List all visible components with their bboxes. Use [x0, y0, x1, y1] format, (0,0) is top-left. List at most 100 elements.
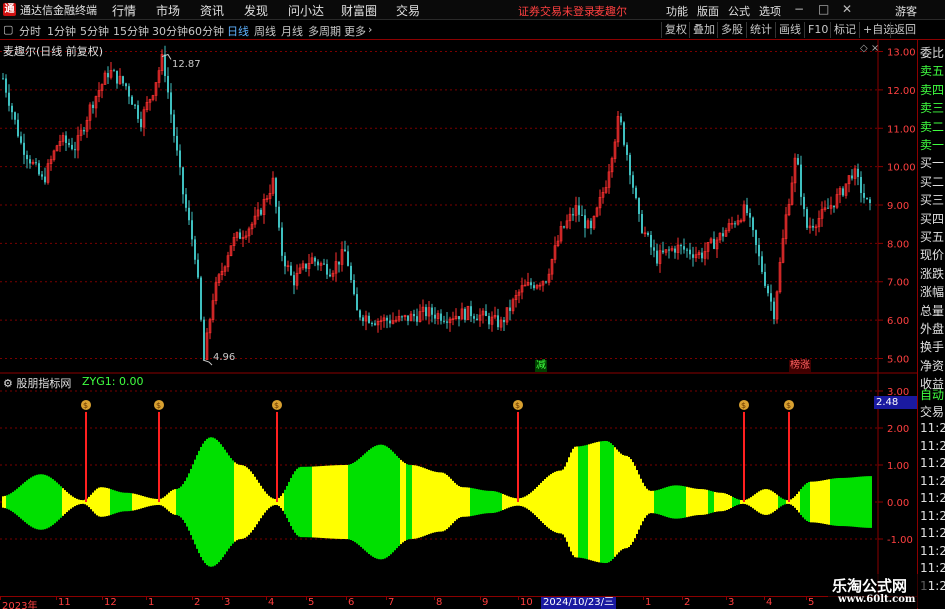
- date-tick: [643, 597, 644, 600]
- candle-body: [17, 119, 19, 137]
- tool-diejia[interactable]: 叠加: [689, 22, 718, 38]
- menu-gongneng[interactable]: 功能: [666, 3, 688, 19]
- minimize-icon[interactable]: −: [794, 2, 804, 16]
- menu-banmian[interactable]: 版面: [697, 3, 719, 19]
- period-1min[interactable]: 1分钟: [47, 23, 76, 39]
- indicator-bar: [22, 483, 24, 521]
- tool-tongji[interactable]: 统计: [746, 22, 775, 38]
- tool-fuquan[interactable]: 复权: [661, 22, 690, 38]
- quote-label: 换手: [920, 340, 945, 355]
- indicator-bar: [184, 481, 186, 523]
- period-30min[interactable]: 30分钟: [152, 23, 188, 39]
- menu-hangqing[interactable]: 行情: [112, 2, 136, 19]
- menu-wenxiaoda[interactable]: 问小达: [288, 2, 324, 19]
- indicator-bar: [470, 487, 472, 517]
- tool-duogu[interactable]: 多股: [717, 22, 746, 38]
- indicator-bar: [168, 492, 170, 512]
- restore-icon[interactable]: □: [818, 2, 829, 16]
- auto-button[interactable]: 自动: [920, 386, 944, 403]
- candle-body: [71, 144, 73, 150]
- date-tick: [102, 597, 103, 600]
- indicator-bar: [342, 465, 344, 539]
- tool-f10[interactable]: F10: [804, 22, 831, 38]
- menu-xuanxiang[interactable]: 选项: [759, 3, 781, 19]
- quote-label: 卖四: [920, 82, 945, 97]
- menu-caifuquan[interactable]: 财富圈: [341, 2, 377, 19]
- indicator-bar: [356, 460, 358, 544]
- tick-time: 11:29: [920, 438, 945, 453]
- indicator-bar: [570, 452, 572, 552]
- indicator-bar: [728, 494, 730, 510]
- kline-chart[interactable]: $ $ $ $ $ $ 13.00 12.00 11.00 10.00 9.00 8.00 7.00 6…: [0, 40, 917, 596]
- trade-button[interactable]: 交易: [920, 403, 944, 420]
- tag-minus[interactable]: 减: [535, 360, 547, 372]
- period-more[interactable]: 更多: [344, 23, 366, 39]
- menu-jiaoyi[interactable]: 交易: [396, 2, 420, 19]
- price-tick-label: 5.00: [887, 354, 909, 365]
- tool-huaxian[interactable]: 画线: [775, 22, 804, 38]
- indicator-bar: [98, 487, 100, 517]
- candle-body: [464, 308, 466, 320]
- indicator-bar: [112, 489, 114, 515]
- guest-label[interactable]: 游客: [895, 3, 917, 19]
- period-15min[interactable]: 15分钟: [113, 23, 149, 39]
- indicator-bar: [554, 471, 556, 533]
- indicator-bar: [442, 472, 444, 532]
- indicator-bar: [178, 488, 180, 516]
- indicator-bar: [506, 495, 508, 509]
- indicator-bar: [866, 476, 868, 528]
- close-icon[interactable]: ✕: [842, 2, 852, 16]
- indicator-bar: [92, 492, 94, 512]
- candle-body: [563, 226, 565, 228]
- period-60min[interactable]: 60分钟: [188, 23, 224, 39]
- candle-body: [14, 112, 16, 120]
- indicator-bar: [102, 487, 104, 517]
- toggle-icon[interactable]: ▢: [3, 23, 13, 36]
- indicator-bar: [314, 466, 316, 538]
- indicator-tick-label: 2.00: [887, 424, 909, 435]
- indicator-bar: [400, 459, 402, 545]
- menu-shichang[interactable]: 市场: [156, 2, 180, 19]
- tick-time: 11:29: [920, 473, 945, 488]
- settings-circle-icon[interactable]: ⚙: [3, 377, 13, 390]
- tool-fanhui[interactable]: 返回: [890, 22, 919, 38]
- tag-list[interactable]: 榜涨: [789, 360, 811, 372]
- tool-biaoji[interactable]: 标记: [830, 22, 859, 38]
- period-monthly[interactable]: 月线: [281, 23, 303, 39]
- period-fenshi[interactable]: 分时: [19, 23, 41, 39]
- indicator-bar: [330, 465, 332, 539]
- menu-faxian[interactable]: 发现: [244, 2, 268, 19]
- date-tick-label: 2023年: [2, 601, 38, 609]
- candle-body: [8, 92, 10, 106]
- candle-body: [833, 205, 835, 208]
- menu-zixun[interactable]: 资讯: [200, 2, 224, 19]
- settings-icon[interactable]: ◇ ×: [860, 43, 879, 54]
- period-multi[interactable]: 多周期: [308, 23, 341, 39]
- indicator-bar: [154, 498, 156, 506]
- indicator-bar: [70, 495, 72, 509]
- indicator-bar: [492, 490, 494, 514]
- indicator-bar: [632, 462, 634, 542]
- indicator-bar: [450, 478, 452, 526]
- indicator-bar: [694, 488, 696, 516]
- indicator-bar: [582, 445, 584, 559]
- login-status[interactable]: 证券交易未登录: [518, 3, 595, 19]
- candle-body: [413, 314, 415, 317]
- period-weekly[interactable]: 周线: [254, 23, 276, 39]
- indicator-bar: [684, 486, 686, 518]
- indicator-bar: [800, 489, 802, 515]
- date-cursor-label: 2024/10/23/三: [541, 597, 617, 609]
- indicator-bar: [262, 488, 264, 516]
- indicator-bar: [682, 486, 684, 518]
- indicator-bar: [664, 487, 666, 517]
- indicator-bar: [758, 491, 760, 513]
- price-tick-label: 13.00: [887, 48, 916, 59]
- period-5min[interactable]: 5分钟: [80, 23, 109, 39]
- chevron-right-icon[interactable]: ›: [368, 23, 372, 36]
- candle-body: [170, 92, 172, 115]
- period-daily[interactable]: 日线: [227, 23, 249, 39]
- date-tick: [192, 597, 193, 600]
- menu-gongshi[interactable]: 公式: [728, 3, 750, 19]
- indicator-tick-label: 1.00: [887, 461, 909, 472]
- indicator-bar: [642, 482, 644, 522]
